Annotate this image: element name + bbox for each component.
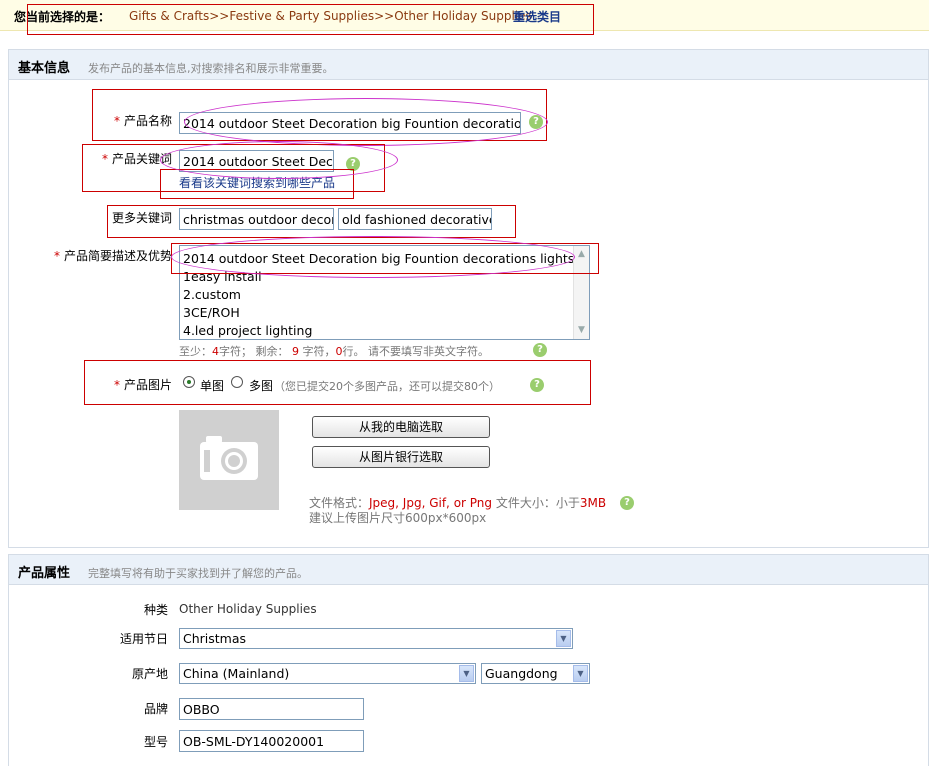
model-label: 型号 xyxy=(143,735,168,749)
required-star: * xyxy=(113,378,120,392)
chevron-down-icon[interactable]: ▼ xyxy=(459,665,474,682)
model-input[interactable]: OB-SML-DY140020001 xyxy=(179,730,364,752)
summary-line: 3CE/ROH xyxy=(183,305,240,320)
origin-province-value: Guangdong xyxy=(485,666,558,681)
camera-icon xyxy=(200,436,258,480)
summary-line: 2014 outdoor Steet Decoration big Founti… xyxy=(183,251,575,266)
required-star: * xyxy=(101,152,108,166)
category-label: 您当前选择的是： xyxy=(14,10,111,24)
keyword-search-link[interactable]: 看看该关键词搜索到哪些产品 xyxy=(179,174,335,191)
origin-province-select[interactable]: Guangdong ▼ xyxy=(481,663,590,684)
single-image-radio[interactable] xyxy=(183,376,195,388)
keyword-label: * 产品关键词 xyxy=(101,152,172,166)
festival-label: 适用节日 xyxy=(119,632,168,646)
scroll-down-icon[interactable]: ▼ xyxy=(575,324,588,337)
type-label: 种类 xyxy=(143,603,168,617)
more-keyword-input-2[interactable]: old fashioned decorative o xyxy=(338,208,492,230)
multi-image-note: （您已提交20个多图产品，还可以提交80个） xyxy=(274,380,500,393)
brand-input[interactable]: OBBO xyxy=(179,698,364,720)
origin-country-value: China (Mainland) xyxy=(183,666,290,681)
summary-line: 1easy install xyxy=(183,269,262,284)
summary-line: 4.led project lighting xyxy=(183,323,313,338)
more-keywords-label: 更多关键词 xyxy=(111,211,172,225)
required-star: * xyxy=(113,114,120,128)
festival-select[interactable]: Christmas ▼ xyxy=(179,628,573,649)
basic-info-header: 基本信息 发布产品的基本信息,对搜索排名和展示非常重要。 xyxy=(9,50,928,80)
more-keyword-input-1[interactable]: christmas outdoor decorat xyxy=(179,208,334,230)
category-path[interactable]: Gifts & Crafts>>Festive & Party Supplies… xyxy=(129,9,532,23)
basic-info-description: 发布产品的基本信息,对搜索排名和展示非常重要。 xyxy=(88,62,334,75)
question-mark-icon[interactable]: ? xyxy=(530,378,544,392)
summary-line: 2.custom xyxy=(183,287,241,302)
attributes-title: 产品属性 xyxy=(18,566,71,581)
brand-label: 品牌 xyxy=(143,702,168,716)
keyword-input[interactable]: 2014 outdoor Steet Decor xyxy=(179,150,334,172)
reselect-category-link[interactable]: 重选类目 xyxy=(513,8,561,25)
summary-scrollbar[interactable]: ▲ ▼ xyxy=(573,246,589,339)
basic-info-title: 基本信息 xyxy=(18,61,71,76)
product-name-input[interactable]: 2014 outdoor Steet Decoration big Founti… xyxy=(179,112,521,134)
origin-label: 原产地 xyxy=(131,667,168,681)
multi-image-label: 多图 xyxy=(249,379,274,393)
summary-label: * 产品简要描述及优势 xyxy=(53,249,172,263)
attributes-description: 完整填写将有助于买家找到并了解您的产品。 xyxy=(88,567,308,580)
question-mark-icon[interactable]: ? xyxy=(346,157,360,171)
scroll-up-icon[interactable]: ▲ xyxy=(575,248,588,261)
type-value: Other Holiday Supplies xyxy=(179,602,317,616)
festival-selected-value: Christmas xyxy=(183,631,247,646)
summary-textarea[interactable]: 2014 outdoor Steet Decoration big Founti… xyxy=(179,245,590,340)
chevron-down-icon[interactable]: ▼ xyxy=(556,630,571,647)
question-mark-icon[interactable]: ? xyxy=(533,343,547,357)
origin-country-select[interactable]: China (Mainland) ▼ xyxy=(179,663,476,684)
size-suggestion: 建议上传图片尺寸600px*600px xyxy=(309,511,487,525)
image-placeholder xyxy=(179,410,279,510)
summary-hint: 至少：4字符； 剩余： 9 字符，0行。 请不要填写非英文字符。 xyxy=(179,345,489,358)
product-images-label: * 产品图片 xyxy=(113,378,172,392)
attributes-header: 产品属性 完整填写将有助于买家找到并了解您的产品。 xyxy=(9,555,928,585)
select-from-computer-button[interactable]: 从我的电脑选取 xyxy=(312,416,490,438)
product-name-label: * 产品名称 xyxy=(113,114,172,128)
required-star: * xyxy=(53,249,60,263)
multi-image-radio[interactable] xyxy=(231,376,243,388)
single-image-label: 单图 xyxy=(200,379,225,393)
chevron-down-icon[interactable]: ▼ xyxy=(573,665,588,682)
select-from-image-bank-button[interactable]: 从图片银行选取 xyxy=(312,446,490,468)
question-mark-icon[interactable]: ? xyxy=(620,496,634,510)
question-mark-icon[interactable]: ? xyxy=(529,115,543,129)
